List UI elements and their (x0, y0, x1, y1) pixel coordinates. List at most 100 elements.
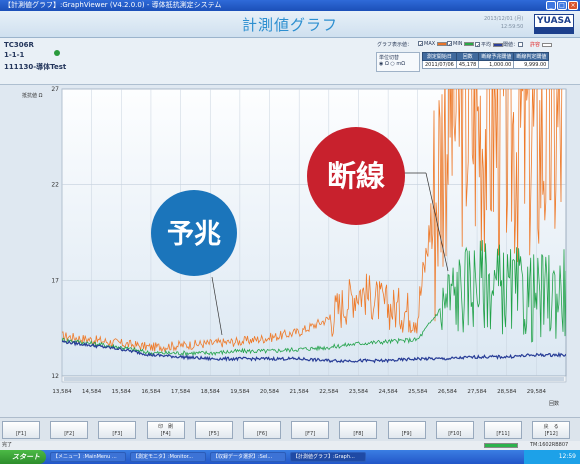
function-key-title (196, 424, 232, 431)
table-cell-count: 45,178 (455, 60, 480, 69)
x-tick-label: 25,584 (408, 389, 428, 395)
option-allow[interactable]: 許容 (530, 41, 552, 48)
unit-selector: 単位切替 ◉ Ω ○ mΩ (376, 52, 420, 72)
maximize-button[interactable]: □ (557, 1, 567, 10)
status-text: 完了 (2, 442, 13, 448)
option-max[interactable]: ✓MAX (418, 41, 447, 48)
x-tick-label: 18,584 (201, 389, 221, 395)
table-header: 回数 (455, 52, 480, 61)
table-cell-break-threshold: 9,999.00 (513, 60, 550, 69)
function-key-9[interactable]: [F9] (387, 421, 426, 439)
unit-ohm-radio[interactable]: ◉ Ω (379, 61, 389, 67)
function-key-title (340, 424, 376, 431)
progress-bar (484, 443, 518, 448)
function-key-2[interactable]: [F2] (50, 421, 89, 439)
max-checkbox[interactable]: ✓ (418, 41, 423, 48)
status-indicator-icon (54, 50, 60, 56)
max-color-swatch (436, 41, 447, 46)
threshold-checkbox[interactable] (518, 42, 524, 47)
info-panel: TC306R 1-1-1 111130-導体Test グラフ表示値： ✓MAX … (0, 38, 580, 85)
function-key-label: [F11] (496, 431, 510, 437)
taskbar-item[interactable]: 【測定モニタ】:Monitor... (130, 452, 206, 462)
minimize-button[interactable]: _ (546, 1, 556, 10)
x-tick-label: 20,584 (260, 389, 280, 395)
y-axis-label: 抵抗値 Ω (22, 92, 43, 99)
unit-milliohm-label: mΩ (396, 61, 406, 67)
resistance-chart: 抵抗値 Ω 回数 27 22 17 12 13,584 14,584 15,584 16,5… (22, 86, 567, 407)
close-button[interactable]: × (568, 1, 578, 10)
option-average[interactable]: ✓平均 (475, 41, 503, 49)
function-key-label: [F1] (16, 431, 26, 437)
taskbar-item[interactable]: 【計測値グラフ】:Graph... (290, 452, 366, 462)
option-threshold[interactable]: 閾値： (503, 41, 524, 48)
function-key-label: [F12] (544, 431, 558, 437)
function-key-5[interactable]: [F5] (194, 421, 233, 439)
function-key-1[interactable]: [F1] (2, 421, 40, 439)
function-key-label: [F2] (64, 431, 75, 437)
function-key-8[interactable]: [F8] (339, 421, 378, 439)
function-key-label: [F9] (401, 431, 412, 437)
function-key-title (244, 424, 280, 431)
function-key-label: [F5] (208, 431, 219, 437)
unit-milliohm-radio[interactable]: ○ mΩ (390, 61, 405, 67)
system-tray: 12:59 (524, 450, 580, 464)
start-button[interactable]: スタート (0, 450, 46, 464)
function-key-10[interactable]: [F10] (435, 421, 474, 439)
taskbar-item[interactable]: 【収録データ選択】:Sel... (210, 452, 286, 462)
taskbar-item[interactable]: 【メニュー】:MainMenu ... (50, 452, 126, 462)
function-key-12[interactable]: 戻 る [F12] (532, 421, 571, 439)
y-tick-label: 27 (51, 86, 59, 93)
warning-badge-text: 予兆 (167, 219, 221, 250)
average-checkbox[interactable]: ✓ (475, 42, 480, 49)
option-allow-label: 許容 (530, 42, 541, 48)
function-key-7[interactable]: [F7] (291, 421, 330, 439)
function-key-title (99, 424, 135, 431)
scrollbar-thumb[interactable] (64, 377, 564, 381)
logo-text: YUASA (537, 16, 571, 26)
x-tick-label: 24,584 (378, 389, 398, 395)
graph-options-label: グラフ表示値： (377, 42, 413, 48)
function-key-title: 印 刷 (158, 424, 174, 430)
function-key-title (292, 424, 328, 431)
status-bar: 完了 TM:1602RB807 (0, 441, 580, 450)
graph-viewer-window: 【計測値グラフ】:GraphViewer (V4.2.0.0) - 導体抵抗測定… (0, 0, 580, 464)
function-key-6[interactable]: [F6] (243, 421, 281, 439)
taskbar: スタート 【メニュー】:MainMenu ... 【測定モニタ】:Monitor.… (0, 450, 580, 464)
option-threshold-label: 閾値： (503, 42, 519, 48)
allow-color-swatch (541, 42, 552, 47)
function-key-title (3, 424, 39, 431)
chart-area: 抵抗値 Ω 回数 27 22 17 12 13,584 14,584 15,584 16,5… (0, 85, 580, 417)
function-key-label: [F4] (160, 431, 171, 437)
function-key-title (437, 424, 473, 431)
table-cell-start-date: 2011/07/06 (422, 60, 457, 69)
y-tick-label: 12 (51, 373, 59, 380)
table-header: 断線予兆閾値 (478, 52, 515, 61)
progress-fill (485, 444, 517, 447)
device-name: TC306R (4, 41, 34, 49)
x-tick-label: 29,584 (527, 389, 547, 395)
table-cell-warning-threshold: 1,000.00 (478, 60, 515, 69)
function-key-11[interactable]: [F11] (484, 421, 522, 439)
logo-stripe (535, 27, 573, 33)
page-header: 計測値グラフ 2013/12/01 (月) 12:59:50 YUASA (0, 11, 580, 38)
clock: 12:59 (558, 453, 576, 460)
min-checkbox[interactable]: ✓ (447, 41, 452, 48)
x-tick-label: 17,584 (171, 389, 191, 395)
function-key-title (389, 424, 425, 431)
plot-area (61, 88, 567, 377)
datetime-display: 2013/12/01 (月) 12:59:50 (484, 15, 523, 31)
x-tick-label: 15,584 (112, 389, 132, 395)
y-tick-label: 22 (51, 182, 59, 189)
option-max-label: MAX (424, 41, 436, 47)
x-tick-label: 26,584 (438, 389, 458, 395)
option-average-label: 平均 (481, 42, 492, 48)
time-text: 12:59:50 (500, 24, 524, 30)
function-key-label: [F10] (448, 431, 462, 437)
function-key-4[interactable]: 印 刷 [F4] (146, 421, 185, 439)
function-key-3[interactable]: [F3] (98, 421, 137, 439)
function-key-label: [F6] (257, 431, 267, 437)
option-min[interactable]: ✓MIN (447, 41, 475, 48)
date-text: 2013/12/01 (月) (484, 16, 524, 22)
table-header: 測定開始日 (422, 52, 457, 61)
window-title: 【計測値グラフ】:GraphViewer (V4.2.0.0) - 導体抵抗測定… (4, 1, 222, 9)
